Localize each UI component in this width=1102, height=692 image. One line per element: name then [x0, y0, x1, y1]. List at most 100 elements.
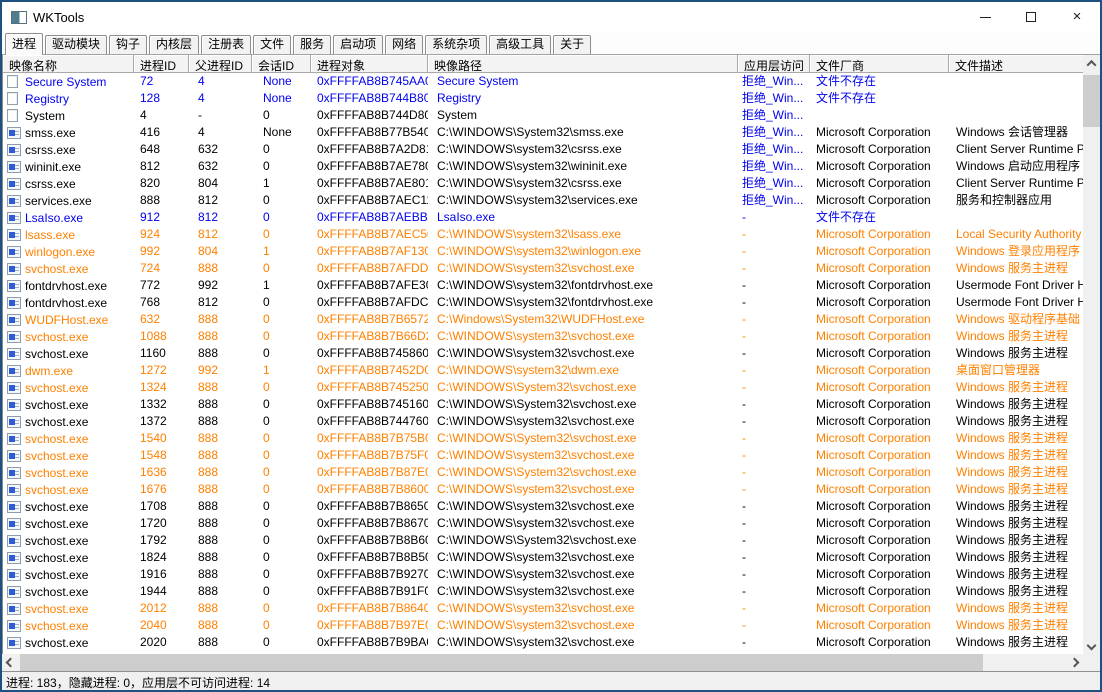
- tab-2[interactable]: 驱动模块: [45, 35, 107, 54]
- table-row[interactable]: services.exe88881200xFFFFAB8B7AEC1180C:\…: [3, 192, 1083, 209]
- vertical-scrollbar-track[interactable]: [1083, 127, 1100, 637]
- table-cell: C:\WINDOWS\System32\svchost.exe: [428, 379, 738, 396]
- table-row[interactable]: svchost.exe133288800xFFFFAB8B74516080C:\…: [3, 396, 1083, 413]
- table-cell: -: [738, 243, 810, 260]
- table-row[interactable]: svchost.exe202088800xFFFFAB8B7B9BA080C:\…: [3, 634, 1083, 651]
- maximize-button[interactable]: [1008, 2, 1054, 32]
- table-row[interactable]: svchost.exe167688800xFFFFAB8B7B860080C:\…: [3, 481, 1083, 498]
- application-icon: [7, 535, 21, 547]
- table-row[interactable]: svchost.exe179288800xFFFFAB8B7B8B6080C:\…: [3, 532, 1083, 549]
- table-row[interactable]: smss.exe4164None0xFFFFAB8B77B54040C:\WIN…: [3, 124, 1083, 141]
- table-cell: 0xFFFFAB8B7AF130C0: [311, 243, 428, 260]
- table-row[interactable]: svchost.exe170888800xFFFFAB8B7B865080C:\…: [3, 498, 1083, 515]
- table-row[interactable]: dwm.exe127299210xFFFFAB8B7452D080C:\WIND…: [3, 362, 1083, 379]
- table-row[interactable]: svchost.exe191688800xFFFFAB8B7B927080C:\…: [3, 566, 1083, 583]
- table-cell: Microsoft Corporation: [810, 617, 949, 634]
- tab-11[interactable]: 高级工具: [489, 35, 551, 54]
- table-row[interactable]: svchost.exe201288800xFFFFAB8B7B864080C:\…: [3, 600, 1083, 617]
- table-cell: WUDFHost.exe: [3, 311, 134, 328]
- tab-5[interactable]: 注册表: [201, 35, 251, 54]
- table-cell: svchost.exe: [3, 447, 134, 464]
- table-row[interactable]: Secure System724None0xFFFFAB8B745AA080Se…: [3, 73, 1083, 90]
- close-button[interactable]: ×: [1054, 2, 1100, 32]
- table-row[interactable]: svchost.exe72488800xFFFFAB8B7AFDD080C:\W…: [3, 260, 1083, 277]
- table-cell: svchost.exe: [3, 634, 134, 651]
- scroll-right-button[interactable]: [1066, 654, 1083, 671]
- minimize-button[interactable]: [962, 2, 1008, 32]
- tab-1[interactable]: 进程: [5, 33, 43, 55]
- table-cell: 1372: [134, 413, 189, 430]
- table-row[interactable]: fontdrvhost.exe76881200xFFFFAB8B7AFDC080…: [3, 294, 1083, 311]
- table-cell: 0: [252, 328, 311, 345]
- vertical-scrollbar[interactable]: [1083, 55, 1100, 654]
- table-row[interactable]: svchost.exe137288800xFFFFAB8B74476080C:\…: [3, 413, 1083, 430]
- table-row[interactable]: svchost.exe182488800xFFFFAB8B7B8B5080C:\…: [3, 549, 1083, 566]
- table-cell: 888: [189, 260, 252, 277]
- scrollbar-corner: [1083, 654, 1100, 671]
- table-row[interactable]: csrss.exe82080410xFFFFAB8B7AE80140C:\WIN…: [3, 175, 1083, 192]
- table-row[interactable]: System4-00xFFFFAB8B744D8080System拒绝_Win.…: [3, 107, 1083, 124]
- table-row[interactable]: wininit.exe81263200xFFFFAB8B7AE780C0C:\W…: [3, 158, 1083, 175]
- column-header[interactable]: 文件描述: [949, 55, 1083, 73]
- column-header[interactable]: 进程ID: [134, 55, 189, 73]
- table-cell: 拒绝_Win...: [738, 175, 810, 192]
- scroll-up-button[interactable]: [1083, 55, 1100, 72]
- table-row[interactable]: svchost.exe154888800xFFFFAB8B7B75F080C:\…: [3, 447, 1083, 464]
- column-header[interactable]: 应用层访问: [738, 55, 810, 73]
- tab-3[interactable]: 钩子: [109, 35, 147, 54]
- tab-8[interactable]: 启动项: [333, 35, 383, 54]
- table-row[interactable]: Registry1284None0xFFFFAB8B744B8080Regist…: [3, 90, 1083, 107]
- table-cell: C:\Windows\System32\WUDFHost.exe: [428, 311, 738, 328]
- table-cell: 0: [252, 413, 311, 430]
- table-row[interactable]: lsass.exe92481200xFFFFAB8B7AEC5080C:\WIN…: [3, 226, 1083, 243]
- column-header[interactable]: 映像名称: [3, 55, 134, 73]
- column-header[interactable]: 会话ID: [252, 55, 311, 73]
- table-row[interactable]: svchost.exe116088800xFFFFAB8B74586080C:\…: [3, 345, 1083, 362]
- tab-9[interactable]: 网络: [385, 35, 423, 54]
- table-cell: 0: [252, 226, 311, 243]
- table-row[interactable]: WUDFHost.exe63288800xFFFFAB8B7B657240C:\…: [3, 311, 1083, 328]
- table-row[interactable]: svchost.exe163688800xFFFFAB8B7B87E0C0C:\…: [3, 464, 1083, 481]
- column-header[interactable]: 文件厂商: [810, 55, 949, 73]
- vertical-scrollbar-thumb[interactable]: [1083, 75, 1100, 127]
- table-row[interactable]: fontdrvhost.exe77299210xFFFFAB8B7AFE3080…: [3, 277, 1083, 294]
- table-cell: 1916: [134, 566, 189, 583]
- table-cell: smss.exe: [3, 124, 134, 141]
- table-cell: Windows 驱动程序基础 -: [949, 311, 1083, 328]
- column-header[interactable]: 映像路径: [428, 55, 738, 73]
- table-row[interactable]: svchost.exe172088800xFFFFAB8B7B867080C:\…: [3, 515, 1083, 532]
- scroll-down-button[interactable]: [1083, 637, 1100, 654]
- table-cell: 804: [189, 175, 252, 192]
- column-header[interactable]: 父进程ID: [189, 55, 252, 73]
- table-cell: Windows 服务主进程: [949, 600, 1083, 617]
- chevron-down-icon: [1087, 641, 1097, 651]
- window-title: WKTools: [33, 10, 962, 25]
- table-row[interactable]: csrss.exe64863200xFFFFAB8B7A2D8140C:\WIN…: [3, 141, 1083, 158]
- table-cell: 812: [189, 294, 252, 311]
- table-row[interactable]: winlogon.exe99280410xFFFFAB8B7AF130C0C:\…: [3, 243, 1083, 260]
- table-cell: 888: [189, 532, 252, 549]
- tab-10[interactable]: 系统杂项: [425, 35, 487, 54]
- tab-6[interactable]: 文件: [253, 35, 291, 54]
- tab-bar: 进程驱动模块钩子内核层注册表文件服务启动项网络系统杂项高级工具关于: [2, 32, 1100, 55]
- table-cell: 1332: [134, 396, 189, 413]
- application-icon: [7, 280, 21, 292]
- tab-12[interactable]: 关于: [553, 35, 591, 54]
- tab-7[interactable]: 服务: [293, 35, 331, 54]
- horizontal-scrollbar[interactable]: [2, 654, 1083, 671]
- tab-4[interactable]: 内核层: [149, 35, 199, 54]
- horizontal-scrollbar-track[interactable]: [983, 654, 1066, 671]
- table-row[interactable]: svchost.exe194488800xFFFFAB8B7B91F080C:\…: [3, 583, 1083, 600]
- table-cell: svchost.exe: [3, 328, 134, 345]
- horizontal-scrollbar-thumb[interactable]: [20, 654, 983, 671]
- maximize-icon: [1026, 12, 1036, 22]
- table-row[interactable]: svchost.exe108888800xFFFFAB8B7B66D240C:\…: [3, 328, 1083, 345]
- table-row[interactable]: svchost.exe154088800xFFFFAB8B7B75B080C:\…: [3, 430, 1083, 447]
- table-row[interactable]: svchost.exe204088800xFFFFAB8B7B97E080C:\…: [3, 617, 1083, 634]
- column-header[interactable]: 进程对象: [311, 55, 428, 73]
- table-row[interactable]: svchost.exe132488800xFFFFAB8B74525080C:\…: [3, 379, 1083, 396]
- table-row[interactable]: LsaIso.exe91281200xFFFFAB8B7AEBB0C0LsaIs…: [3, 209, 1083, 226]
- table-cell: -: [738, 396, 810, 413]
- scroll-left-button[interactable]: [2, 654, 19, 671]
- table-cell: LsaIso.exe: [3, 209, 134, 226]
